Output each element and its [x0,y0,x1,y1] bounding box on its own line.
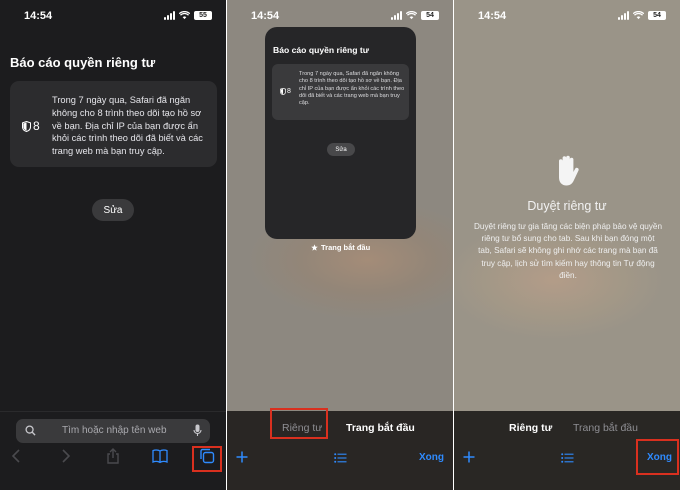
plus-icon[interactable] [463,451,475,463]
search-input[interactable]: Tìm hoặc nhập tên web [16,419,210,443]
wifi-icon [406,11,417,20]
bookmarks-icon[interactable] [152,448,168,464]
tracker-count: 8 [22,119,40,133]
shield-icon [22,120,31,132]
tab-group-bar: Riêng tư Trang bắt đầu Xong [227,411,453,490]
tracker-count: 8 [280,88,291,95]
panel-tab-overview: 14:54 54 Báo cáo quyền riêng tư 8 Trong … [227,0,453,490]
done-button[interactable]: Xong [419,452,444,463]
list-icon[interactable] [561,453,574,463]
tabs-button-highlight [192,446,222,472]
private-segment-highlight [270,408,328,439]
done-button-highlight [636,439,679,475]
tab-card-report: 8 Trong 7 ngày qua, Safari đã ngăn không… [272,64,409,120]
share-icon[interactable] [105,448,121,464]
segment-start-page[interactable]: Trang bắt đầu [346,422,415,434]
segment-private[interactable]: Riêng tư [509,422,552,434]
tab-card-text: Trong 7 ngày qua, Safari đã ngăn không c… [299,71,405,107]
tab-label: Trang bắt đầu [311,243,370,252]
shield-icon [280,88,286,95]
status-time: 14:54 [24,10,53,22]
status-icons: 55 [164,11,212,20]
tab-card-title: Báo cáo quyền riêng tư [273,45,369,55]
privacy-report-card[interactable]: 8 Trong 7 ngày qua, Safari đã ngăn không… [10,81,217,167]
tab-card-edit-button: Sửa [327,143,355,156]
tab-thumbnail[interactable]: Báo cáo quyền riêng tư 8 Trong 7 ngày qu… [265,27,416,239]
report-text: Trong 7 ngày qua, Safari đã ngăn không c… [52,95,203,157]
wifi-icon [633,11,644,20]
status-time: 14:54 [251,10,280,22]
status-time: 14:54 [478,10,507,22]
microphone-icon[interactable] [193,424,202,437]
tab-label-text: Trang bắt đầu [321,243,371,252]
signal-icon [391,11,402,20]
private-browsing-description: Duyệt riêng tư gia tăng các biện pháp bả… [474,222,663,280]
private-browsing-title: Duyệt riêng tư [527,199,607,213]
status-icons: 54 [391,11,439,20]
tracker-count-value: 8 [33,119,40,133]
hand-icon [559,155,579,186]
status-icons: 54 [618,11,666,20]
tracker-count-value: 8 [287,88,291,95]
battery-icon: 54 [421,11,439,20]
panel-start-page: 14:54 55 Báo cáo quyền riêng tư 8 Trong … [0,0,226,490]
wifi-icon [179,11,190,20]
list-icon[interactable] [334,453,347,463]
page-title: Báo cáo quyền riêng tư [10,55,156,70]
signal-icon [164,11,175,20]
search-placeholder: Tìm hoặc nhập tên web [62,425,167,436]
signal-icon [618,11,629,20]
plus-icon[interactable] [236,451,248,463]
back-icon[interactable] [9,448,25,464]
segment-start-page[interactable]: Trang bắt đầu [573,422,638,434]
panel-private-browsing: 14:54 54 Duyệt riêng tư Duyệt riêng tư g… [454,0,680,490]
star-icon [311,244,318,251]
edit-button[interactable]: Sửa [92,199,134,221]
battery-icon: 55 [194,11,212,20]
forward-icon[interactable] [57,448,73,464]
search-icon [25,425,36,436]
battery-icon: 54 [648,11,666,20]
